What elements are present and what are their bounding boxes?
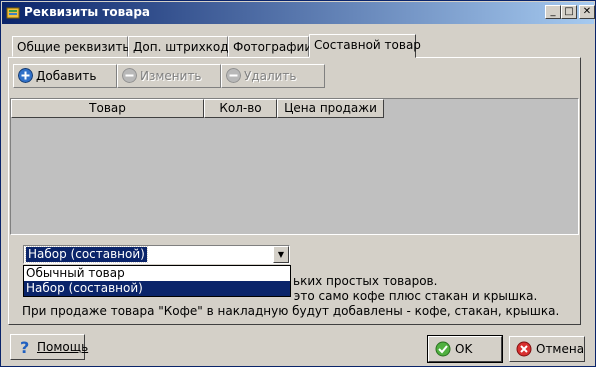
help-button[interactable]: ? Помощь bbox=[10, 334, 89, 360]
minus-icon bbox=[226, 68, 241, 83]
description-line-1: ьких простых товаров. bbox=[293, 274, 438, 288]
dropdown-option[interactable]: Обычный товар bbox=[24, 266, 290, 281]
check-icon bbox=[435, 341, 451, 357]
ok-button-label: OK bbox=[455, 342, 473, 356]
cancel-button-label: Отмена bbox=[536, 342, 585, 356]
plus-icon bbox=[18, 68, 33, 83]
product-type-dropdown: Обычный товар Набор (составной) bbox=[23, 265, 291, 297]
tab-photos[interactable]: Фотографии bbox=[228, 36, 312, 57]
maximize-button[interactable]: □ bbox=[561, 5, 577, 19]
product-type-select[interactable]: Набор (составной) ▼ bbox=[23, 245, 290, 264]
tab-general[interactable]: Общие реквизиты bbox=[12, 36, 132, 57]
edit-button[interactable]: Изменить bbox=[117, 64, 221, 88]
tab-composite[interactable]: Составной товар bbox=[309, 34, 421, 58]
edit-button-label: Изменить bbox=[140, 69, 202, 83]
ok-button[interactable]: OK bbox=[427, 335, 503, 363]
minimize-button[interactable]: _ bbox=[545, 5, 561, 19]
window-title: Реквизиты товара bbox=[24, 5, 151, 19]
tab-barcodes[interactable]: Доп. штрихкода bbox=[128, 36, 236, 57]
minus-icon bbox=[122, 68, 137, 83]
cancel-icon bbox=[516, 341, 532, 357]
column-header-product[interactable]: Товар bbox=[11, 99, 204, 118]
delete-button-label: Удалить bbox=[244, 69, 297, 83]
cancel-button[interactable]: Отмена bbox=[509, 336, 585, 362]
svg-text:?: ? bbox=[20, 339, 29, 355]
chevron-down-icon[interactable]: ▼ bbox=[273, 246, 289, 263]
help-button-label: Помощь bbox=[37, 340, 89, 354]
product-type-value: Набор (составной) bbox=[25, 246, 148, 263]
add-button-label: Добавить bbox=[36, 69, 97, 83]
column-header-quantity[interactable]: Кол-во bbox=[204, 99, 277, 118]
description-line-3: При продаже товара "Кофе" в накладную бу… bbox=[22, 304, 560, 318]
add-button[interactable]: Добавить bbox=[13, 64, 117, 88]
title-bar[interactable]: Реквизиты товара _ □ ✕ bbox=[2, 2, 595, 24]
close-button[interactable]: ✕ bbox=[579, 5, 595, 19]
delete-button[interactable]: Удалить bbox=[221, 64, 325, 88]
app-icon bbox=[6, 7, 20, 19]
components-grid[interactable]: Товар Кол-во Цена продажи bbox=[10, 98, 579, 235]
dropdown-option-selected[interactable]: Набор (составной) bbox=[24, 281, 290, 296]
column-header-price[interactable]: Цена продажи bbox=[277, 99, 384, 118]
question-icon: ? bbox=[20, 339, 29, 355]
